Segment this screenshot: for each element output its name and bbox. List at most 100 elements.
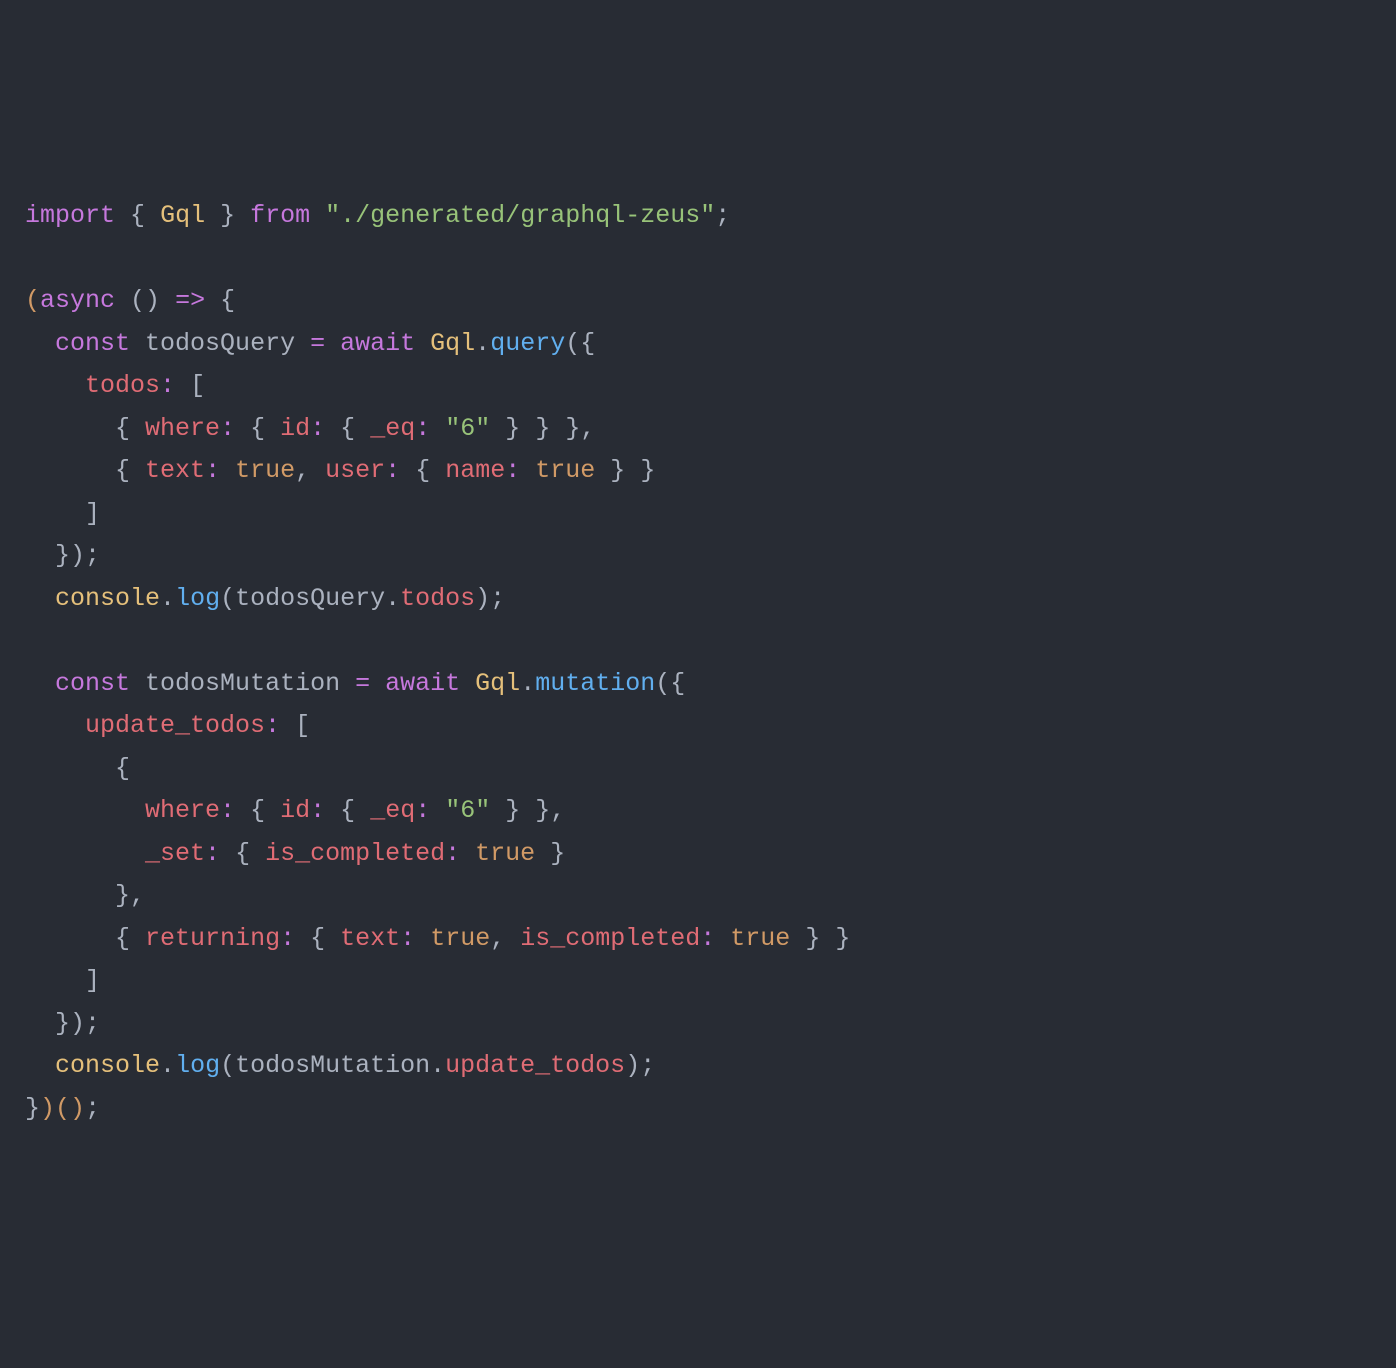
brace: }: [835, 924, 850, 953]
brace: }: [505, 414, 520, 443]
comma: ,: [295, 456, 310, 485]
colon: :: [415, 414, 430, 443]
dot: .: [430, 1051, 445, 1080]
brace: }: [55, 541, 70, 570]
arrow: =>: [175, 286, 205, 315]
brace: }: [25, 1094, 40, 1123]
semicolon: ;: [715, 201, 730, 230]
brace: }: [535, 414, 550, 443]
var-todosquery: todosQuery: [235, 584, 385, 613]
colon: :: [310, 796, 325, 825]
bool-true: true: [430, 924, 490, 953]
parens: (): [130, 286, 160, 315]
brace: {: [115, 924, 130, 953]
prop-where: where: [145, 796, 220, 825]
semicolon: ;: [640, 1051, 655, 1080]
dot: .: [160, 584, 175, 613]
semicolon: ;: [85, 1094, 100, 1123]
brace: }: [805, 924, 820, 953]
keyword-const: const: [55, 669, 130, 698]
bracket: [: [295, 711, 310, 740]
comma: ,: [130, 881, 145, 910]
code-block: import { Gql } from "./generated/graphql…: [25, 195, 1371, 1130]
prop-is-completed: is_completed: [265, 839, 445, 868]
brace: {: [670, 669, 685, 698]
colon: :: [505, 456, 520, 485]
paren: (: [655, 669, 670, 698]
colon: :: [205, 839, 220, 868]
brace: {: [115, 456, 130, 485]
identifier-console: console: [55, 584, 160, 613]
comma: ,: [550, 796, 565, 825]
prop-todos: todos: [85, 371, 160, 400]
brace: {: [250, 796, 265, 825]
method-query: query: [490, 329, 565, 358]
colon: :: [280, 924, 295, 953]
bracket: ]: [85, 499, 100, 528]
prop-where: where: [145, 414, 220, 443]
brace: }: [550, 839, 565, 868]
bracket: [: [190, 371, 205, 400]
prop-eq: _eq: [370, 796, 415, 825]
bracket: ]: [85, 966, 100, 995]
colon: :: [445, 839, 460, 868]
prop-todos: todos: [400, 584, 475, 613]
prop-id: id: [280, 414, 310, 443]
keyword-import: import: [25, 201, 115, 230]
identifier-console: console: [55, 1051, 160, 1080]
var-todosmutation: todosMutation: [145, 669, 340, 698]
colon: :: [160, 371, 175, 400]
bool-true: true: [730, 924, 790, 953]
colon: :: [700, 924, 715, 953]
prop-is-completed: is_completed: [520, 924, 700, 953]
keyword-const: const: [55, 329, 130, 358]
brace: {: [580, 329, 595, 358]
paren: ): [475, 584, 490, 613]
semicolon: ;: [490, 584, 505, 613]
method-mutation: mutation: [535, 669, 655, 698]
prop-update-todos: update_todos: [445, 1051, 625, 1080]
brace: }: [535, 796, 550, 825]
brace: }: [55, 1009, 70, 1038]
string-path: "./generated/graphql-zeus": [325, 201, 715, 230]
paren: ): [70, 1009, 85, 1038]
colon: :: [400, 924, 415, 953]
prop-returning: returning: [145, 924, 280, 953]
brace: }: [115, 881, 130, 910]
paren: (: [55, 1094, 70, 1123]
paren: ): [70, 1094, 85, 1123]
comma: ,: [490, 924, 505, 953]
keyword-from: from: [250, 201, 310, 230]
prop-id: id: [280, 796, 310, 825]
dot: .: [160, 1051, 175, 1080]
var-todosmutation: todosMutation: [235, 1051, 430, 1080]
semicolon: ;: [85, 541, 100, 570]
brace: }: [640, 456, 655, 485]
brace: }: [610, 456, 625, 485]
prop-text: text: [145, 456, 205, 485]
keyword-async: async: [40, 286, 115, 315]
identifier-gql: Gql: [475, 669, 520, 698]
brace: {: [415, 456, 430, 485]
prop-name: name: [445, 456, 505, 485]
colon: :: [415, 796, 430, 825]
bool-true: true: [475, 839, 535, 868]
brace: }: [565, 414, 580, 443]
paren: ): [40, 1094, 55, 1123]
equals: =: [310, 329, 325, 358]
var-todosquery: todosQuery: [145, 329, 295, 358]
brace: {: [340, 414, 355, 443]
identifier-gql: Gql: [430, 329, 475, 358]
dot: .: [520, 669, 535, 698]
method-log: log: [175, 584, 220, 613]
string-6: "6": [445, 796, 490, 825]
brace: {: [310, 924, 325, 953]
brace: {: [130, 201, 145, 230]
identifier-gql: Gql: [160, 201, 205, 230]
paren: ): [70, 541, 85, 570]
method-log: log: [175, 1051, 220, 1080]
brace: {: [115, 414, 130, 443]
brace: }: [220, 201, 235, 230]
paren: ): [625, 1051, 640, 1080]
colon: :: [220, 414, 235, 443]
